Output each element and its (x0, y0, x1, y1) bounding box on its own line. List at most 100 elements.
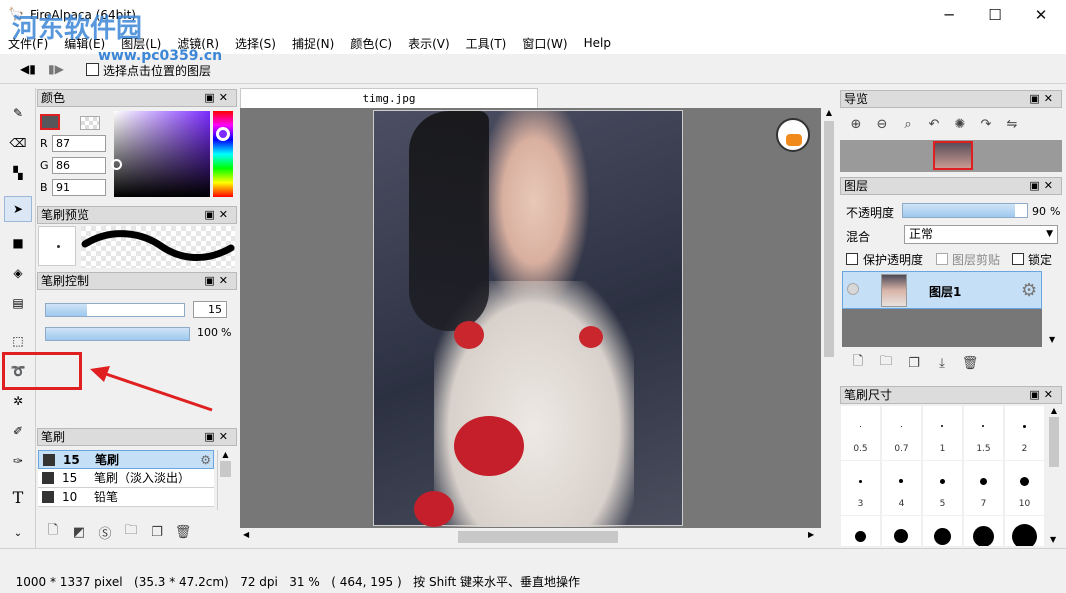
menu-item[interactable]: 窗口(W) (514, 35, 575, 52)
close-button[interactable]: ✕ (1018, 0, 1064, 30)
hue-slider[interactable] (213, 111, 233, 197)
brush-opacity-slider[interactable] (45, 327, 190, 341)
foreground-color-swatch[interactable] (40, 114, 60, 130)
brush-item[interactable]: 15 笔刷 ⚙ (38, 450, 214, 469)
brush-size-cell[interactable]: 10 (841, 516, 880, 546)
new-brush-2-icon[interactable]: ◩ (69, 522, 89, 542)
zoom-out-icon[interactable]: ⊖ (872, 114, 892, 134)
canvas-hscroll[interactable]: ◀ ▶ (240, 528, 837, 546)
panel-controls-icon[interactable]: ▣✕ (1029, 387, 1057, 403)
text-icon[interactable]: T (4, 484, 32, 510)
rotate-left-icon[interactable]: ↶ (924, 114, 944, 134)
select-pen-icon[interactable]: ✐ (4, 418, 32, 444)
r-input[interactable]: 87 (52, 135, 106, 152)
prev-icon[interactable]: ◀▮ (20, 62, 36, 76)
protect-alpha-checkbox[interactable] (846, 253, 858, 265)
rotate-right-icon[interactable]: ↷ (976, 114, 996, 134)
bucket-icon[interactable]: ◈ (4, 260, 32, 286)
flip-icon[interactable]: ⇋ (1002, 114, 1022, 134)
g-input[interactable]: 86 (52, 157, 106, 174)
brush-size-cell[interactable]: 25 (964, 516, 1003, 546)
layer-settings-icon[interactable]: ⚙ (1021, 280, 1037, 301)
brush-size-cell[interactable]: 2 (1005, 406, 1044, 460)
select-rect-icon[interactable]: ⬚ (4, 328, 32, 354)
brush-size-scrollbar[interactable]: ▲ ▼ (1046, 406, 1062, 546)
select-eraser-icon[interactable]: ✑ (4, 448, 32, 474)
menu-item[interactable]: 表示(V) (400, 35, 458, 52)
expand-icon[interactable]: ⌄ (4, 520, 32, 546)
color-picker-handle[interactable] (111, 159, 122, 170)
new-layer-icon[interactable]: 🗋 (848, 353, 868, 373)
menu-item[interactable]: 捕捉(N) (284, 35, 342, 52)
hue-handle[interactable] (216, 127, 230, 141)
new-brush-icon[interactable]: 🗋 (43, 522, 63, 542)
minimize-button[interactable]: ─ (926, 0, 972, 30)
magic-wand-icon[interactable]: ✲ (4, 388, 32, 414)
clipping-checkbox[interactable] (936, 253, 948, 265)
canvas-image[interactable] (373, 110, 683, 527)
brush-size-cell[interactable]: 30 (1005, 516, 1044, 546)
brush-size-cell[interactable]: 5 (923, 461, 962, 515)
panel-controls-icon[interactable]: ▣✕ (204, 429, 232, 445)
zoom-in-icon[interactable]: ⊕ (846, 114, 866, 134)
layer-scrollbar[interactable]: ▼ (1045, 271, 1061, 347)
delete-layer-icon[interactable]: 🗑 (960, 353, 980, 373)
background-color-swatch[interactable] (80, 116, 100, 130)
brush-size-cell[interactable]: 0.5 (841, 406, 880, 460)
duplicate-icon[interactable]: ❐ (147, 522, 167, 542)
brush-size-input[interactable]: 15 (193, 301, 227, 318)
panel-controls-icon[interactable]: ▣✕ (204, 273, 232, 289)
brush-size-cell[interactable]: 7 (964, 461, 1003, 515)
brush-size-cell[interactable]: 15 (882, 516, 921, 546)
blend-mode-select[interactable]: 正常 ▼ (904, 225, 1058, 244)
eraser-icon[interactable]: ⌫ (4, 130, 32, 156)
folder-icon[interactable]: 🗀 (121, 522, 141, 542)
zoom-reset-icon[interactable]: ⌕ (898, 114, 918, 134)
dot-pen-icon[interactable]: ▚ (4, 160, 32, 186)
brush-size-cell[interactable]: 1.5 (964, 406, 1003, 460)
menu-item[interactable]: 颜色(C) (342, 35, 400, 52)
maximize-button[interactable]: ☐ (972, 0, 1018, 30)
duplicate-layer-icon[interactable]: ❐ (904, 353, 924, 373)
layer-row[interactable]: 图层1 ⚙ (842, 271, 1042, 309)
script-brush-icon[interactable]: Ⓢ (95, 522, 115, 542)
move-icon[interactable]: ➤ (4, 196, 32, 222)
new-folder-icon[interactable]: 🗀 (876, 353, 896, 373)
rectangle-fill-icon[interactable]: ■ (4, 230, 32, 256)
brush-size-cell[interactable]: 20 (923, 516, 962, 546)
navigator-preview[interactable] (840, 140, 1062, 172)
pen-icon[interactable]: ✎ (4, 100, 32, 126)
merge-down-icon[interactable]: ⤓ (932, 353, 952, 373)
layer-opacity-slider[interactable] (902, 203, 1028, 218)
canvas-vscroll[interactable]: ▲ (821, 108, 837, 528)
gradient-icon[interactable]: ▤ (4, 290, 32, 316)
panel-controls-icon[interactable]: ▣✕ (1029, 178, 1057, 194)
trash-icon[interactable]: 🗑 (173, 522, 193, 542)
navigator-viewport[interactable] (933, 141, 973, 170)
visibility-icon[interactable] (847, 283, 859, 295)
panel-controls-icon[interactable]: ▣✕ (204, 90, 232, 106)
menu-item[interactable]: Help (576, 36, 619, 50)
brush-size-cell[interactable]: 3 (841, 461, 880, 515)
brush-size-cell[interactable]: 4 (882, 461, 921, 515)
brush-settings-icon[interactable]: ⚙ (200, 451, 211, 469)
brush-item[interactable]: 10 铅笔 (38, 488, 214, 507)
lock-checkbox[interactable] (1012, 253, 1024, 265)
canvas-area[interactable] (240, 108, 837, 528)
brush-size-slider[interactable] (45, 303, 185, 317)
next-icon[interactable]: ▮▶ (48, 62, 64, 76)
b-input[interactable]: 91 (52, 179, 106, 196)
select-layer-checkbox[interactable] (86, 63, 99, 76)
panel-controls-icon[interactable]: ▣✕ (204, 207, 232, 223)
panel-controls-icon[interactable]: ▣✕ (1029, 91, 1057, 107)
menu-item[interactable]: 选择(S) (227, 35, 284, 52)
rotate-reset-icon[interactable]: ✺ (950, 114, 970, 134)
brush-item[interactable]: 15 笔刷（淡入淡出） (38, 469, 214, 488)
saturation-value-picker[interactable] (111, 111, 210, 197)
brush-size-cell[interactable]: 1 (923, 406, 962, 460)
brush-size-cell[interactable]: 10 (1005, 461, 1044, 515)
brush-list-scrollbar[interactable]: ▲ (217, 450, 233, 510)
brush-size-cell[interactable]: 0.7 (882, 406, 921, 460)
menu-item[interactable]: 工具(T) (458, 35, 515, 52)
document-tab[interactable]: timg.jpg (240, 88, 538, 108)
